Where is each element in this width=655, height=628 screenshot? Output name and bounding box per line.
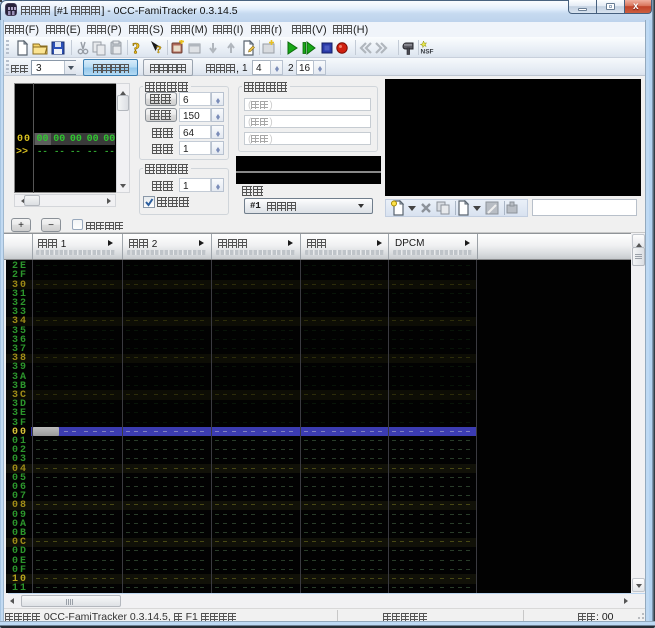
svg-text:?: ? bbox=[156, 44, 162, 56]
svg-text:?: ? bbox=[132, 41, 140, 57]
svg-text:NSF: NSF bbox=[421, 49, 434, 56]
